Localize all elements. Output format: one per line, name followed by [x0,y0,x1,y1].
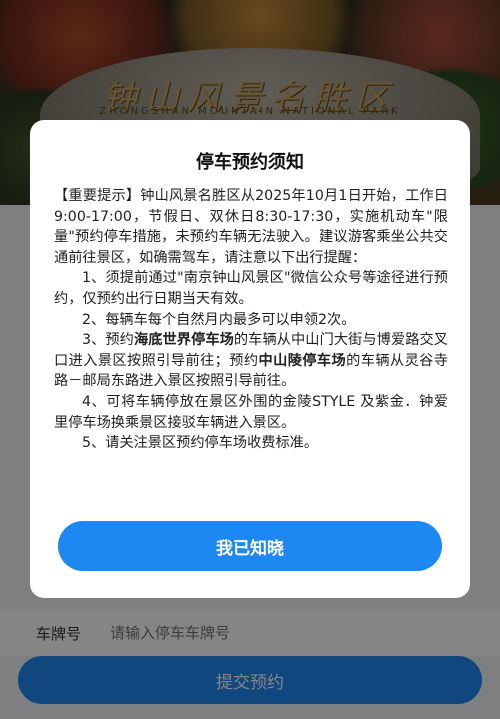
notice-item-3: 3、预约海底世界停车场的车辆从中山门大街与博爱路交叉口进入景区按照引导前往；预约… [54,330,448,392]
notice-item-4: 4、可将车辆停放在景区外围的金陵STYLE 及紫金．钟爱里停车场换乘景区接驳车辆… [54,393,448,431]
notice-item-5: 5、请关注景区预约停车场收费标准。 [82,435,319,452]
acknowledge-button[interactable]: 我已知晓 [58,521,442,571]
parking-lot-haidi-highlight: 海底世界停车场 [133,332,234,349]
notice-item-1: 1、须提前通过"南京钟山风景区"微信公众号等途径进行预约，仅预约出行日期当天有效… [54,270,448,307]
notice-item-2: 2、每辆车每个自然月内最多可以申领2次。 [82,311,356,328]
dialog-content: 【重要提示】钟山风景名胜区从2025年10月1日开始，工作日9:00-17:00… [54,186,448,454]
dialog-title: 停车预约须知 [196,152,304,173]
notice-item-3-text: 3、预约 [82,332,134,349]
parking-notice-dialog: 停车预约须知 【重要提示】钟山风景名胜区从2025年10月1日开始，工作日9:0… [30,120,470,598]
parking-lot-zhongshanling-highlight: 中山陵停车场 [258,352,347,369]
notice-intro: 【重要提示】钟山风景名胜区从2025年10月1日开始，工作日9:00-17:00… [54,188,448,266]
